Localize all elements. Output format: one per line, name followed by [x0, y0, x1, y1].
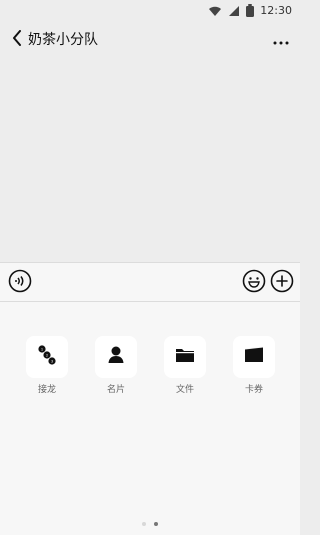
page-dot[interactable]: [142, 522, 146, 526]
tool-label: 文件: [175, 385, 194, 395]
tool-relay[interactable]: 1 2 3 接龙: [19, 336, 75, 406]
add-button[interactable]: [270, 269, 294, 297]
svg-text:2: 2: [46, 353, 48, 357]
emoji-button[interactable]: [242, 269, 266, 297]
tool-icon-box: [164, 336, 206, 378]
page-indicator: [0, 520, 300, 528]
tool-icon-box: [95, 336, 137, 378]
svg-text:3: 3: [51, 359, 53, 363]
emoji-icon: [242, 269, 266, 297]
back-button[interactable]: [8, 30, 26, 50]
chat-header: 奶茶小分队: [0, 22, 300, 58]
signal-icon: [228, 2, 240, 21]
relay-icon: 1 2 3: [36, 344, 58, 370]
more-button[interactable]: [272, 34, 290, 44]
more-icon: [273, 30, 289, 49]
voice-button[interactable]: [8, 269, 32, 297]
message-input-bar: [0, 262, 300, 302]
tool-icon-box: 1 2 3: [26, 336, 68, 378]
tool-file[interactable]: 文件: [157, 336, 213, 406]
tool-label: 接龙: [37, 385, 56, 395]
tool-coupon[interactable]: 卡券: [226, 336, 282, 406]
voice-icon: [8, 269, 32, 297]
status-icons: 12:30: [208, 3, 292, 19]
battery-icon: [246, 2, 255, 21]
contact-card-icon: [105, 344, 127, 370]
tool-icon-box: [233, 336, 275, 378]
wifi-icon: [208, 2, 222, 21]
coupon-icon: [243, 344, 265, 370]
page-dot-active[interactable]: [154, 522, 158, 526]
status-time: 12:30: [260, 4, 292, 17]
tool-label: 名片: [106, 385, 125, 395]
attachment-tools: 1 2 3 接龙 名片 文件 卡券: [0, 336, 300, 406]
folder-icon: [174, 344, 196, 370]
chat-title: 奶茶小分队: [28, 32, 98, 48]
plus-icon: [270, 269, 294, 297]
attachment-panel: 1 2 3 接龙 名片 文件 卡券: [0, 302, 300, 535]
tool-contact-card[interactable]: 名片: [88, 336, 144, 406]
tool-label: 卡券: [244, 385, 263, 395]
status-bar: 12:30: [0, 0, 300, 22]
chevron-left-icon: [12, 30, 22, 50]
svg-text:1: 1: [41, 347, 43, 351]
message-list[interactable]: [0, 58, 300, 262]
